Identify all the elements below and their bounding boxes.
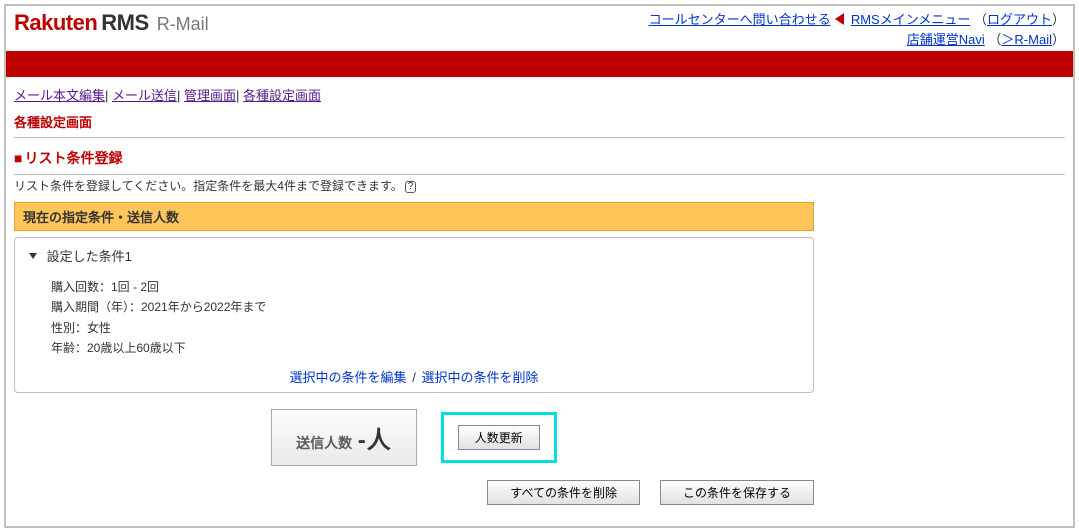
breadcrumb: メール本文編集| メール送信| 管理画面| 各種設定画面 [6,77,1073,108]
send-count-value: -人 [358,427,392,454]
condition-row: 性別：女性 [51,318,803,338]
condition-links: 選択中の条件を編集 / 選択中の条件を削除 [15,363,813,386]
condition-row: 購入期間（年）：2021年から2022年まで [51,297,803,317]
caret-down-icon [29,253,37,259]
page-title: 各種設定画面 [6,108,1073,137]
header-links: コールセンターへ問い合わせる RMSメインメニュー （ログアウト） 店舗運営Na… [649,10,1065,49]
nav-settings[interactable]: 各種設定画面 [243,88,321,103]
link-logout[interactable]: ログアウト [987,12,1052,27]
logo-rms: RMS [101,10,148,36]
bottom-actions: すべての条件を削除 この条件を保存する [14,474,814,505]
update-count-button[interactable]: 人数更新 [458,425,540,450]
header: Rakuten RMS R-Mail コールセンターへ問い合わせる RMSメイン… [6,6,1073,51]
count-row: 送信人数 -人 人数更新 [14,393,814,474]
save-conditions-button[interactable]: この条件を保存する [660,480,814,505]
logo-sub: R-Mail [157,14,209,35]
content: 現在の指定条件・送信人数 設定した条件1 購入回数：1回 - 2回 購入期間（年… [14,202,814,505]
instruction: リスト条件を登録してください。指定条件を最大4件まで登録できます。? [6,175,1073,202]
condition-head[interactable]: 設定した条件1 [15,238,813,269]
link-rmail[interactable]: ＞R-Mail [1001,32,1052,47]
link-edit-condition[interactable]: 選択中の条件を編集 [290,370,407,385]
nav-mail-body-edit[interactable]: メール本文編集 [14,88,105,103]
send-count-box: 送信人数 -人 [271,409,417,466]
condition-row: 購入回数：1回 - 2回 [51,277,803,297]
delete-all-button[interactable]: すべての条件を削除 [487,480,640,505]
logo-brand: Rakuten [14,10,97,36]
send-count-label: 送信人数 [296,435,352,451]
link-delete-condition[interactable]: 選択中の条件を削除 [421,370,538,385]
logo: Rakuten RMS R-Mail [14,10,209,36]
app-frame: Rakuten RMS R-Mail コールセンターへ問い合わせる RMSメイン… [4,4,1075,528]
condition-row: 年齢：20歳以上60歳以下 [51,338,803,358]
condition-body: 購入回数：1回 - 2回 購入期間（年）：2021年から2022年まで 性別：女… [15,269,813,363]
red-bar [6,51,1073,77]
current-conditions-bar: 現在の指定条件・送信人数 [14,202,814,231]
condition-title: 設定した条件1 [47,249,132,264]
link-main-menu[interactable]: RMSメインメニュー [851,12,971,27]
play-icon [835,13,844,25]
section-title-text: リスト条件登録 [24,150,122,166]
nav-mail-send[interactable]: メール送信 [112,88,177,103]
help-icon[interactable]: ? [405,181,417,193]
nav-admin[interactable]: 管理画面 [184,88,236,103]
link-shop-navi[interactable]: 店舗運営Navi [907,32,985,47]
section-title: ■リスト条件登録 [6,138,1073,174]
condition-box: 設定した条件1 購入回数：1回 - 2回 購入期間（年）：2021年から2022… [14,237,814,393]
link-call-center[interactable]: コールセンターへ問い合わせる [649,12,831,27]
update-highlight: 人数更新 [441,412,557,463]
